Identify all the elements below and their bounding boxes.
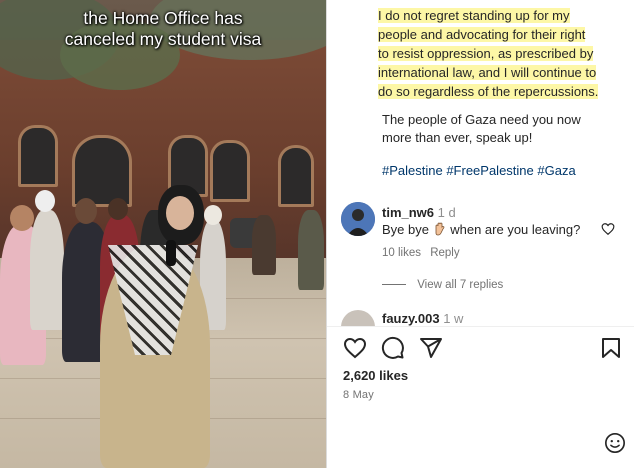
comment-time: 1 d <box>437 205 456 220</box>
bystander-head <box>204 205 222 225</box>
comment-text: Bye bye when are you leaving? <box>382 222 580 237</box>
comment-text-part: when are you leaving? <box>450 222 581 237</box>
caption-body: The people of Gaza need you now more tha… <box>382 111 581 147</box>
bystander-head <box>10 205 34 231</box>
comment-username[interactable]: fauzy.003 <box>382 311 440 326</box>
reply-button[interactable]: Reply <box>430 247 459 259</box>
avatar[interactable] <box>341 310 375 326</box>
quote-line: do so regardless of the repercussions. <box>378 84 599 99</box>
comment-icon[interactable] <box>381 336 405 360</box>
divider <box>327 326 634 327</box>
replies-line <box>382 284 406 286</box>
quote-line: I do not regret standing up for my <box>378 8 570 23</box>
comment-meta: 10 likes Reply <box>382 247 460 259</box>
speaker-face <box>166 196 194 230</box>
comment-text-part: Bye bye <box>382 222 429 237</box>
microphone <box>166 240 176 266</box>
bystander-head <box>108 198 128 220</box>
building-window <box>72 135 132 207</box>
view-replies-button[interactable]: View all 7 replies <box>382 279 503 291</box>
quote-line: international law, and I will continue t… <box>378 65 597 80</box>
building-window <box>210 140 250 202</box>
caption-line: canceled my student visa <box>64 29 262 49</box>
bystander-head <box>35 190 55 212</box>
video-caption: the Home Office has canceled my student … <box>0 8 326 50</box>
comment-like-heart-icon[interactable] <box>601 222 615 236</box>
caption-line: more than ever, speak up! <box>382 130 533 145</box>
share-icon[interactable] <box>419 336 443 360</box>
bystander <box>298 210 324 290</box>
building-window <box>18 125 58 187</box>
comment-likes-count[interactable]: 10 likes <box>382 247 421 259</box>
heart-icon[interactable] <box>343 336 367 360</box>
highlighted-quote: I do not regret standing up for my peopl… <box>378 6 624 101</box>
bookmark-icon[interactable] <box>599 336 623 360</box>
avatar[interactable] <box>341 202 375 236</box>
building-window <box>278 145 314 207</box>
caption-line: The people of Gaza need you now <box>382 112 581 127</box>
likes-count[interactable]: 2,620 likes <box>343 368 408 383</box>
hashtags-link[interactable]: #Palestine #FreePalestine #Gaza <box>382 163 576 178</box>
quote-line: to resist oppression, as prescribed by <box>378 46 594 61</box>
post-panel: I do not regret standing up for my peopl… <box>326 0 634 468</box>
comment-username[interactable]: tim_nw6 <box>382 205 434 220</box>
comment-header: fauzy.003 1 w <box>382 311 463 326</box>
view-replies-label: View all 7 replies <box>417 279 504 291</box>
bystander-head <box>75 198 97 224</box>
bystander <box>252 215 276 275</box>
action-bar <box>343 336 623 360</box>
caption-line: the Home Office has <box>83 8 243 28</box>
video-frame[interactable]: the Home Office has canceled my student … <box>0 0 326 468</box>
avatar-image <box>341 202 375 236</box>
waving-hand-icon <box>433 222 447 236</box>
bystander <box>30 210 64 330</box>
comment-header: tim_nw6 1 d <box>382 205 456 220</box>
quote-line: people and advocating for their right <box>378 27 586 42</box>
comment-time: 1 w <box>443 311 464 326</box>
emoji-icon[interactable] <box>604 432 626 454</box>
post-date[interactable]: 8 May <box>343 389 374 401</box>
comment-clipped: fauzy.003 1 w <box>327 306 634 326</box>
